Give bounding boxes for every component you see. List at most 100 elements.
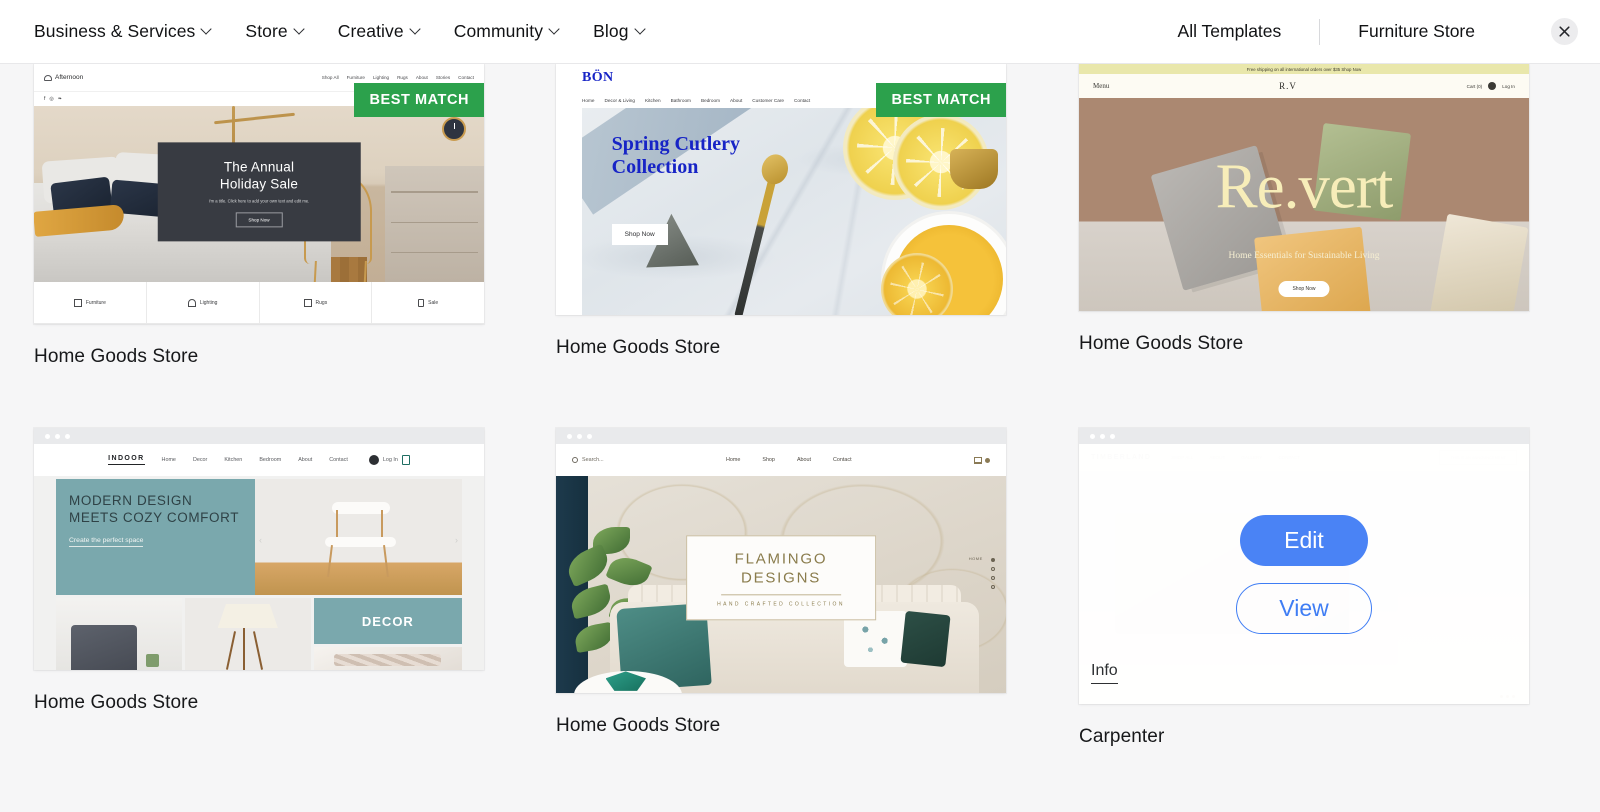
category-label: Sale bbox=[428, 299, 439, 306]
template-name: Home Goods Store bbox=[1079, 333, 1244, 354]
template-name: Home Goods Store bbox=[556, 337, 721, 358]
template-nav-item: Bedroom bbox=[259, 457, 282, 463]
dark-green-pillow bbox=[899, 610, 951, 668]
facebook-icon: f bbox=[44, 96, 46, 102]
template-card[interactable]: INDOOR Home Decor Kitchen Bedroom About … bbox=[34, 428, 484, 714]
template-nav-item: Bedroom bbox=[700, 97, 720, 103]
chevron-down-icon bbox=[202, 25, 211, 34]
template-nav-item: Lighting bbox=[373, 75, 390, 80]
category-label: Lighting bbox=[199, 299, 218, 306]
template-nav: Home Shop About Contact bbox=[726, 457, 852, 463]
furniture-icon bbox=[73, 298, 82, 307]
hero-title: Spring Cutlery Collection bbox=[611, 132, 741, 179]
category-item-furniture: Furniture bbox=[34, 282, 147, 323]
nav-item-label: Store bbox=[245, 21, 288, 41]
template-nav-item: Shop All bbox=[321, 75, 339, 80]
armchair-photo bbox=[56, 598, 182, 670]
nav-item-label: Blog bbox=[593, 21, 629, 41]
template-logo-text: BÖN bbox=[582, 70, 614, 85]
template-preview-faded: TIMBERLAND SHOP ALL ABOUT GALLERY CONTAC… bbox=[1079, 444, 1529, 704]
hero-title: Re.vert bbox=[1215, 151, 1394, 222]
header-divider bbox=[1319, 18, 1321, 45]
chair-leg bbox=[327, 545, 334, 578]
template-nav-item: Rugs bbox=[397, 75, 408, 80]
chevron-down-icon bbox=[295, 25, 304, 34]
nav-item-business-services[interactable]: Business & Services bbox=[34, 13, 228, 50]
hero-paragraph: I'm a title. Click here to add your own … bbox=[208, 198, 310, 204]
category-item-lighting: Lighting bbox=[147, 282, 260, 323]
template-logo: Afternoon bbox=[44, 74, 83, 81]
template-card[interactable]: BEST MATCH BÖN Home Decor & Living Kitch… bbox=[556, 64, 1006, 359]
category-label: Rugs bbox=[315, 299, 328, 306]
search-icon bbox=[572, 457, 578, 463]
nav-item-creative[interactable]: Creative bbox=[321, 13, 437, 50]
dot bbox=[990, 585, 995, 590]
template-header: Search... Home Shop About Contact bbox=[556, 444, 1006, 476]
template-thumbnail[interactable]: TIMBERLAND SHOP ALL ABOUT GALLERY CONTAC… bbox=[1079, 428, 1529, 704]
decor-tile-label: DECOR bbox=[313, 598, 462, 644]
browser-chrome bbox=[556, 428, 1006, 444]
template-thumbnail[interactable]: INDOOR Home Decor Kitchen Bedroom About … bbox=[34, 428, 484, 670]
best-match-badge: BEST MATCH bbox=[875, 83, 1006, 117]
template-card[interactable]: Search... Home Shop About Contact FLAMIN… bbox=[556, 428, 1006, 737]
template-nav-item: About bbox=[415, 75, 428, 80]
template-thumbnail[interactable]: Search... Home Shop About Contact FLAMIN… bbox=[556, 428, 1006, 693]
template-thumbnail[interactable]: BEST MATCH Afternoon Shop All Furniture … bbox=[34, 64, 484, 324]
template-nav-item: Decor & Living bbox=[604, 97, 635, 103]
template-name: Home Goods Store bbox=[34, 692, 199, 713]
view-button[interactable]: View bbox=[1236, 582, 1372, 634]
category-item-sale: Sale bbox=[372, 282, 484, 323]
dot bbox=[990, 567, 995, 572]
shopping-bag-icon bbox=[401, 455, 410, 465]
template-card[interactable]: Free shipping on all international order… bbox=[1079, 64, 1529, 355]
nav-item-community[interactable]: Community bbox=[437, 13, 576, 50]
edit-button[interactable]: Edit bbox=[1240, 514, 1368, 566]
clock-icon bbox=[442, 116, 466, 141]
login-label: Log In bbox=[1502, 83, 1515, 89]
section-dot-label: HOME bbox=[968, 556, 983, 562]
info-link[interactable]: Info bbox=[1091, 662, 1118, 684]
hero-title: FLAMINGO DESIGNS bbox=[734, 550, 828, 587]
template-hero: Spring Cutlery Collection Shop Now bbox=[582, 108, 1006, 315]
account-icon bbox=[1488, 82, 1497, 90]
divider bbox=[721, 594, 841, 596]
announcement-text: Free shipping on all international order… bbox=[1246, 66, 1362, 72]
announcement-bar: Free shipping on all international order… bbox=[1079, 64, 1529, 74]
hover-action-overlay: Edit View Info bbox=[1079, 444, 1529, 704]
close-button[interactable] bbox=[1551, 18, 1578, 45]
template-nav-item: Decor bbox=[192, 457, 208, 463]
hero-cta-link: Create the perfect space bbox=[69, 537, 144, 548]
template-nav-item: Kitchen bbox=[645, 97, 661, 103]
template-hero: MODERN DESIGN MEETS COZY COMFORT Create … bbox=[34, 476, 484, 670]
all-templates-link[interactable]: All Templates bbox=[1176, 15, 1284, 48]
template-nav-item: Home bbox=[161, 457, 176, 463]
template-nav-item: Contact bbox=[458, 75, 474, 80]
template-nav-item: Bathroom bbox=[670, 97, 691, 103]
category-item-rugs: Rugs bbox=[260, 282, 373, 323]
template-card[interactable]: BEST MATCH Afternoon Shop All Furniture … bbox=[34, 64, 484, 368]
template-name: Home Goods Store bbox=[34, 346, 199, 367]
template-nav-item: Home bbox=[582, 97, 595, 103]
best-match-badge: BEST MATCH bbox=[353, 83, 484, 117]
template-card-hovered[interactable]: TIMBERLAND SHOP ALL ABOUT GALLERY CONTAC… bbox=[1079, 428, 1529, 748]
top-navigation-bar: Business & Services Store Creative Commu… bbox=[0, 0, 1600, 64]
template-search: Search... bbox=[572, 457, 604, 463]
hero-shop-now-button: Shop Now bbox=[1278, 281, 1330, 298]
nav-item-blog[interactable]: Blog bbox=[576, 13, 661, 50]
chair-leg bbox=[383, 545, 390, 578]
template-thumbnail[interactable]: BEST MATCH BÖN Home Decor & Living Kitch… bbox=[556, 64, 1006, 315]
template-thumbnail[interactable]: Free shipping on all international order… bbox=[1079, 64, 1529, 311]
hero-shop-now-button: Shop Now bbox=[611, 223, 668, 245]
soap-bar-cream bbox=[1429, 213, 1529, 311]
lemon-in-tea bbox=[881, 253, 953, 315]
template-name: Home Goods Store bbox=[556, 715, 721, 736]
hero-subtitle: Home Essentials for Sustainable Living bbox=[1228, 251, 1380, 262]
template-nav-item: Contact bbox=[329, 457, 348, 463]
chevron-down-icon bbox=[550, 25, 559, 34]
twitter-icon: ❧ bbox=[57, 96, 62, 102]
nav-item-store[interactable]: Store bbox=[228, 13, 320, 50]
hero-subtitle: HAND CRAFTED COLLECTION bbox=[717, 601, 845, 608]
chair-spine bbox=[335, 510, 338, 541]
template-nav-item: Home bbox=[725, 457, 741, 463]
hero-shop-now-button: Shop Now bbox=[235, 212, 283, 228]
